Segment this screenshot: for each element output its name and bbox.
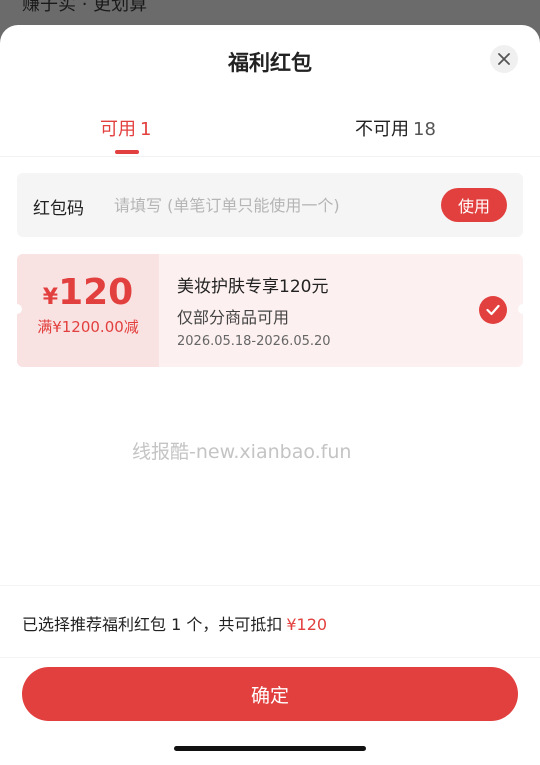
active-tab-indicator bbox=[115, 150, 139, 154]
summary-text: 已选择推荐福利红包 1 个，共可抵扣 bbox=[22, 615, 283, 634]
close-button[interactable] bbox=[490, 45, 518, 73]
close-icon bbox=[498, 53, 510, 65]
use-code-button[interactable]: 使用 bbox=[441, 188, 507, 222]
coupon-scope: 仅部分商品可用 bbox=[177, 308, 290, 327]
coupon-value-panel: ¥120 满¥1200.00减 bbox=[17, 254, 159, 367]
coupon-code-label: 红包码 bbox=[33, 199, 84, 219]
summary-amount: ¥120 bbox=[286, 615, 328, 634]
tab-unavailable-label: 不可用 bbox=[355, 119, 409, 140]
sheet-title: 福利红包 bbox=[228, 51, 312, 75]
coupon-currency: ¥ bbox=[42, 285, 59, 310]
coupon-sheet: 福利红包 可用1 不可用18 红包码 使用 ¥120 满¥1200.00减 美妆… bbox=[0, 25, 540, 765]
tab-bar: 可用 1 不可用 18 bbox=[0, 115, 540, 155]
check-icon bbox=[486, 304, 500, 316]
confirm-button[interactable]: 确定 bbox=[22, 667, 518, 721]
divider bbox=[0, 657, 540, 658]
tab-available[interactable]: 可用 1 bbox=[100, 115, 151, 141]
coupon-amount: ¥120 bbox=[17, 272, 159, 313]
coupon-select-checkbox[interactable] bbox=[479, 296, 507, 324]
selection-summary: 已选择推荐福利红包 1 个，共可抵扣 ¥120 bbox=[22, 611, 327, 635]
home-indicator bbox=[174, 746, 366, 751]
coupon-condition: 满¥1200.00减 bbox=[37, 318, 139, 336]
backdrop-text: 赚子实 · 更划算 bbox=[22, 0, 148, 15]
coupon-amount-value: 120 bbox=[58, 272, 134, 313]
tab-unavailable[interactable]: 不可用 18 bbox=[355, 115, 436, 141]
watermark: 线报酷-new.xianbao.fun bbox=[132, 441, 352, 463]
coupon-notch-right bbox=[518, 304, 523, 314]
tab-available-label: 可用 bbox=[100, 119, 136, 140]
coupon-code-input[interactable] bbox=[114, 191, 434, 219]
coupon-card[interactable]: ¥120 满¥1200.00减 美妆护肤专享120元 仅部分商品可用 2026.… bbox=[17, 254, 523, 367]
divider bbox=[0, 156, 540, 157]
coupon-code-row: 红包码 使用 bbox=[17, 173, 523, 237]
divider bbox=[0, 585, 540, 586]
tab-unavailable-count: 18 bbox=[413, 119, 436, 140]
coupon-validity: 2026.05.18-2026.05.20 bbox=[177, 334, 331, 349]
coupon-name: 美妆护肤专享120元 bbox=[177, 277, 329, 297]
tab-available-count: 1 bbox=[140, 119, 152, 140]
